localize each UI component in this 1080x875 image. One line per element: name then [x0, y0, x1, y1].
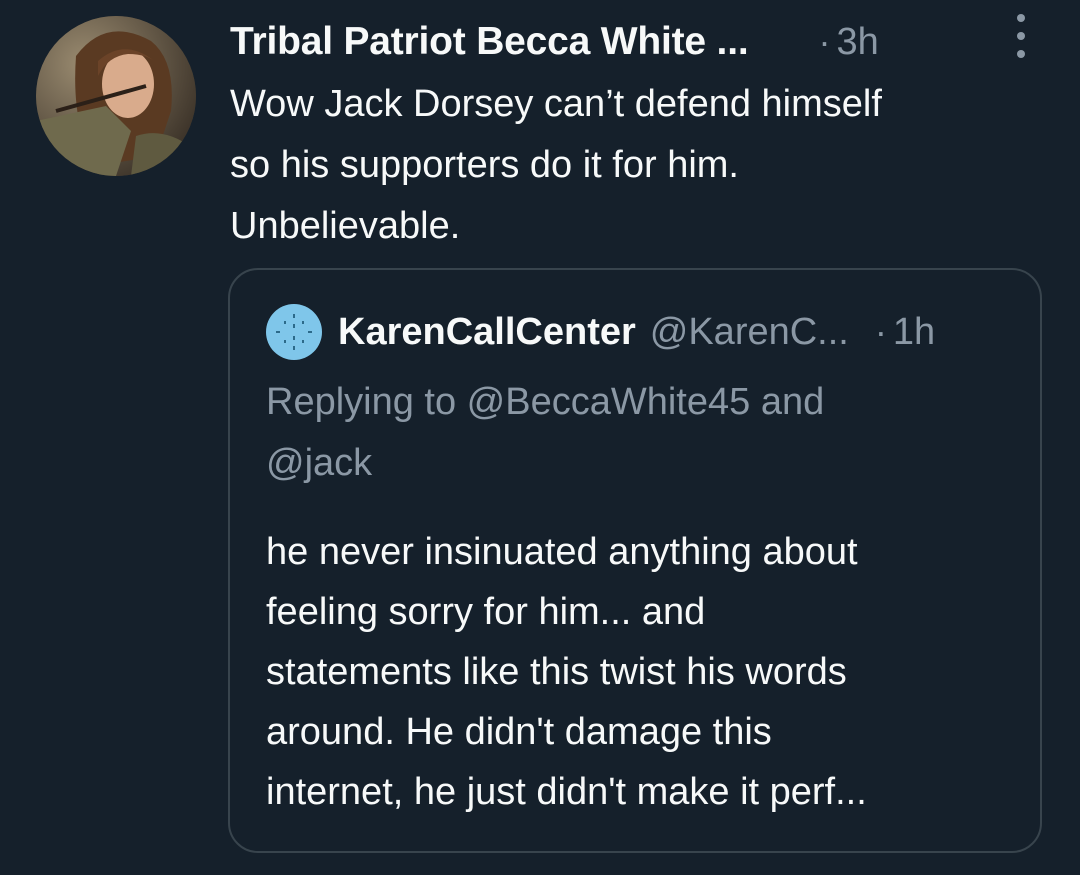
quoted-author-avatar: [266, 304, 322, 360]
more-options-button[interactable]: [1008, 14, 1034, 58]
separator-dot: ·: [874, 311, 887, 352]
author-name[interactable]: Tribal Patriot Becca White ...: [230, 20, 749, 64]
tweet-timestamp[interactable]: 3h: [836, 21, 878, 64]
quoted-author-name: KarenCallCenter: [338, 310, 636, 353]
author-avatar-image: [36, 16, 196, 176]
quoted-tweet-card[interactable]: KarenCallCenter @KarenC... · 1h Replying…: [228, 268, 1042, 853]
quoted-text-line: he never insinuated anything about: [266, 531, 858, 573]
separator-dot: ·: [818, 21, 831, 62]
quoted-tweet-timestamp: 1h: [892, 310, 936, 353]
tweet-text-line: Unbelievable.: [230, 205, 461, 247]
quoted-tweet-header: KarenCallCenter @KarenC... · 1h: [266, 304, 935, 360]
tweet[interactable]: Tribal Patriot Becca White ... · 3h Wow …: [0, 0, 1080, 875]
quoted-text-line: statements like this twist his words: [266, 651, 847, 693]
quoted-text-line: internet, he just didn't make it perf...: [266, 771, 867, 813]
quoted-text-line: around. He didn't damage this: [266, 711, 772, 753]
replying-to-line: Replying to @BeccaWhite45 and: [266, 381, 825, 423]
quoted-tweet-text: he never insinuated anything about feeli…: [266, 522, 1026, 822]
quoted-author-handle: @KarenC...: [649, 310, 849, 353]
tweet-header: Tribal Patriot Becca White ... · 3h: [230, 14, 1050, 70]
replying-to-line: @jack: [266, 442, 373, 484]
tweet-text-line: so his supporters do it for him.: [230, 144, 739, 186]
tweet-text-line: Wow Jack Dorsey can’t defend himself: [230, 83, 882, 125]
tweet-text: Wow Jack Dorsey can’t defend himself so …: [230, 74, 1030, 257]
author-avatar[interactable]: [36, 16, 196, 176]
quoted-text-line: feeling sorry for him... and: [266, 591, 706, 633]
replying-to-context: Replying to @BeccaWhite45 and @jack: [266, 372, 1006, 494]
more-vertical-icon: [1017, 14, 1025, 22]
globe-icon: [276, 314, 312, 350]
